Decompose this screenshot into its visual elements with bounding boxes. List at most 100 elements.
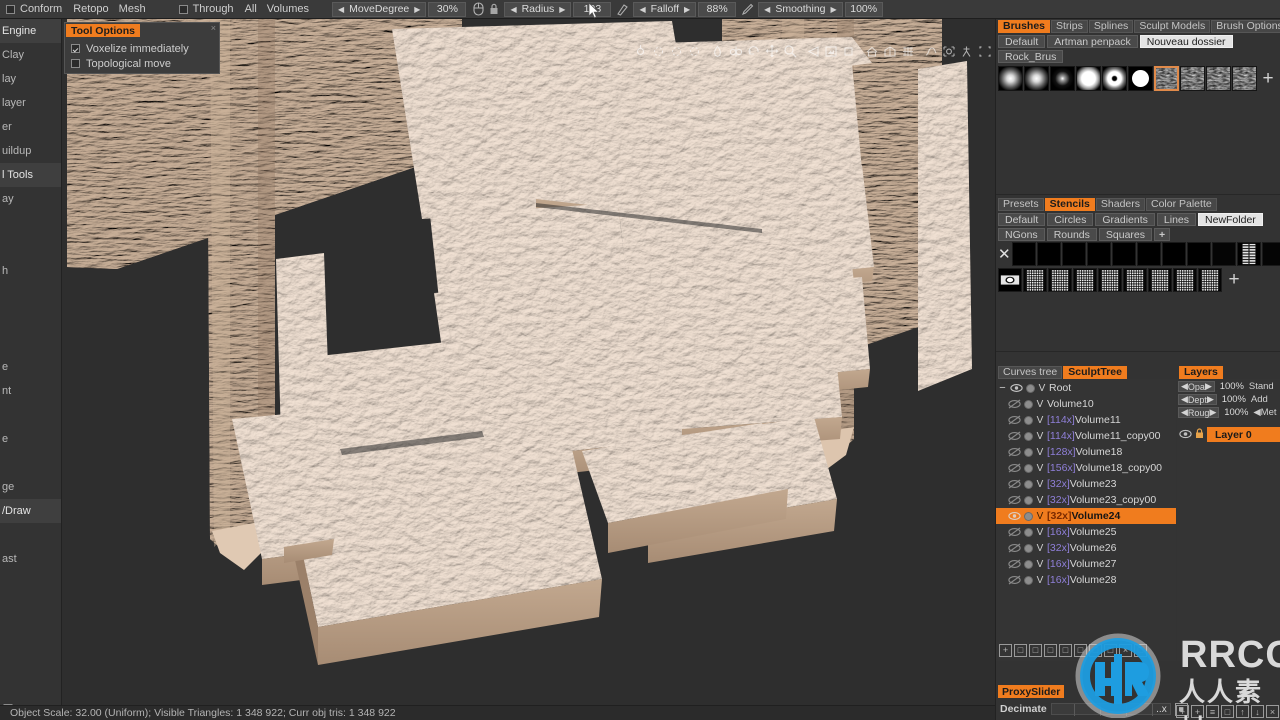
sculpttree-item-volume27[interactable]: V [16x]Volume27: [996, 556, 1176, 572]
decimate-slider[interactable]: ..x: [1050, 703, 1171, 716]
bounds-icon[interactable]: [976, 42, 993, 60]
rotate-icon[interactable]: [745, 42, 762, 60]
volume-dot-icon[interactable]: [1024, 511, 1033, 521]
sidebar-item-ge[interactable]: ge: [0, 475, 61, 499]
frame-selection-icon[interactable]: [822, 42, 839, 60]
3d-viewport[interactable]: [62, 19, 995, 705]
eye-icon[interactable]: [1008, 463, 1021, 474]
stencil-splatter-4[interactable]: [1086, 242, 1111, 266]
sculpttree-item-volume18[interactable]: V [128x]Volume18: [996, 444, 1176, 460]
volume-dot-icon[interactable]: [1024, 399, 1033, 409]
brush-folder-artman-penpack[interactable]: Artman penpack: [1047, 35, 1138, 48]
sidebar-item-blank-16[interactable]: [0, 403, 61, 427]
stencil-splatter-7[interactable]: [1161, 242, 1186, 266]
hide-icon[interactable]: □: [1044, 643, 1057, 657]
add-brush-button[interactable]: +: [1258, 67, 1278, 91]
stencil-folder-ngons[interactable]: NGons: [998, 228, 1045, 241]
stencil-folder-add[interactable]: +: [1154, 228, 1171, 241]
falloff-slider[interactable]: ◀ Falloff ▶: [633, 1, 697, 17]
sculpttree-item-volume24[interactable]: V [32x]Volume24: [996, 508, 1176, 524]
stencil-dots-3[interactable]: [1073, 268, 1097, 292]
sculpttree-item-volume11[interactable]: V [114x]Volume11: [996, 412, 1176, 428]
sidebar-item-layer[interactable]: layer: [0, 91, 61, 115]
rock-alpha-brush-1[interactable]: [1154, 66, 1179, 91]
eye-icon[interactable]: [1008, 495, 1021, 506]
sidebar-item-ast[interactable]: ast: [0, 547, 61, 571]
volume-dot-icon[interactable]: [1024, 543, 1033, 553]
stencil-folder-newfolder[interactable]: NewFolder: [1198, 213, 1263, 226]
sidebar-item-engine[interactable]: Engine: [0, 19, 61, 43]
mirror-icon[interactable]: [727, 42, 744, 60]
add-stencil-button[interactable]: +: [1223, 268, 1245, 292]
stencil-splatter-2[interactable]: [1036, 242, 1061, 266]
chevron-left-icon[interactable]: ◀: [1181, 407, 1188, 418]
angle-icon[interactable]: [804, 42, 821, 60]
stencil-splatter-8[interactable]: [1186, 242, 1211, 266]
stencil-folder-rounds[interactable]: Rounds: [1046, 228, 1097, 241]
transform-icon[interactable]: [940, 42, 957, 60]
sidebar-item-e[interactable]: e: [0, 355, 61, 379]
sidebar-item-blank-8[interactable]: [0, 211, 61, 235]
layer-prop-opa[interactable]: ◀ Opa ▶ 100% Stand: [1177, 381, 1280, 392]
volume-dot-icon[interactable]: [1024, 479, 1033, 489]
delete-icon[interactable]: ×: [1119, 643, 1132, 657]
symmetry-z-icon[interactable]: [686, 42, 703, 60]
tab-color-palette[interactable]: Color Palette: [1146, 197, 1217, 211]
volume-dot-icon[interactable]: [1024, 463, 1033, 473]
sidebar-item--draw[interactable]: /Draw: [0, 499, 61, 523]
solid-round-brush[interactable]: [1128, 66, 1153, 91]
stencil-empty-2[interactable]: [1261, 242, 1280, 266]
sculpttree-item-volume11_copy00[interactable]: V [114x]Volume11_copy00: [996, 428, 1176, 444]
layer-prop-dept[interactable]: ◀ Dept ▶ 100% Add: [1177, 394, 1280, 405]
tool-option-checkbox[interactable]: [71, 59, 80, 68]
grid-icon[interactable]: [899, 42, 916, 60]
tab-sculpt-models[interactable]: Sculpt Models: [1134, 19, 1211, 33]
chevron-right-icon[interactable]: ▶: [557, 5, 567, 14]
rock-alpha-brush-2[interactable]: [1180, 66, 1205, 91]
volume-dot-icon[interactable]: [1024, 431, 1033, 441]
stencil-dots-4[interactable]: [1098, 268, 1122, 292]
soft-round-brush-2[interactable]: [1024, 66, 1049, 91]
stencil-folder-squares[interactable]: Squares: [1098, 228, 1152, 241]
eye-icon[interactable]: [1008, 575, 1021, 586]
sidebar-item-l-tools[interactable]: l Tools: [0, 163, 61, 187]
add-box-icon[interactable]: +: [1191, 705, 1204, 718]
curve-icon[interactable]: [922, 42, 939, 60]
sculpttree-item-volume18_copy00[interactable]: V [156x]Volume18_copy00: [996, 460, 1176, 476]
stencil-dots-2[interactable]: [1048, 268, 1072, 292]
layer-prop-value[interactable]: 100%: [1217, 381, 1247, 392]
sculpttree-item-volume25[interactable]: V [16x]Volume25: [996, 524, 1176, 540]
mouse-icon[interactable]: [470, 1, 486, 17]
chevron-right-icon[interactable]: ▶: [1205, 381, 1212, 392]
clock-icon[interactable]: □: [1074, 643, 1087, 657]
stencil-dots-7[interactable]: [1173, 268, 1197, 292]
down-icon[interactable]: ↓: [1251, 705, 1264, 718]
layer-prop-mode[interactable]: Stand: [1249, 381, 1274, 392]
tab-curves-tree[interactable]: Curves tree: [998, 365, 1063, 379]
sculpttree-list[interactable]: − V Root V Volume10 V [114x]Volume11 V [114x]Vol…: [996, 380, 1176, 639]
layer-prop-slider[interactable]: ◀ Opa ▶: [1178, 381, 1215, 392]
collapse-icon[interactable]: −: [998, 382, 1007, 394]
up-icon[interactable]: ↑: [1236, 705, 1249, 718]
volume-dot-icon[interactable]: [1024, 559, 1033, 569]
copy-icon[interactable]: □: [1221, 705, 1234, 718]
sculpttree-item-volume10[interactable]: V Volume10: [996, 396, 1176, 412]
chevron-left-icon[interactable]: ◀: [762, 5, 772, 14]
eye-icon[interactable]: [1008, 399, 1021, 410]
tool-option-row-1[interactable]: Topological move: [65, 56, 219, 71]
through-checkbox[interactable]: Through: [173, 3, 240, 15]
sculpttree-root-row[interactable]: − V Root: [996, 380, 1176, 396]
brush-tip-icon[interactable]: [615, 1, 631, 17]
sidebar-item-h[interactable]: h: [0, 259, 61, 283]
zoom-icon[interactable]: [781, 42, 798, 60]
eye-icon[interactable]: [1008, 479, 1021, 490]
smoothing-slider[interactable]: ◀ Smoothing ▶: [758, 1, 843, 17]
chevron-right-icon[interactable]: ▶: [682, 5, 692, 14]
chevron-right-icon[interactable]: ▶: [1207, 394, 1214, 405]
tab-proxyslider[interactable]: ProxySlider: [998, 685, 1065, 698]
conform-checkbox-box[interactable]: [6, 4, 15, 14]
layer-prop-value[interactable]: 100%: [1221, 407, 1251, 418]
scene-icon[interactable]: [881, 42, 898, 60]
volume-dot-icon[interactable]: [1024, 575, 1033, 585]
sidebar-item-ay[interactable]: ay: [0, 187, 61, 211]
